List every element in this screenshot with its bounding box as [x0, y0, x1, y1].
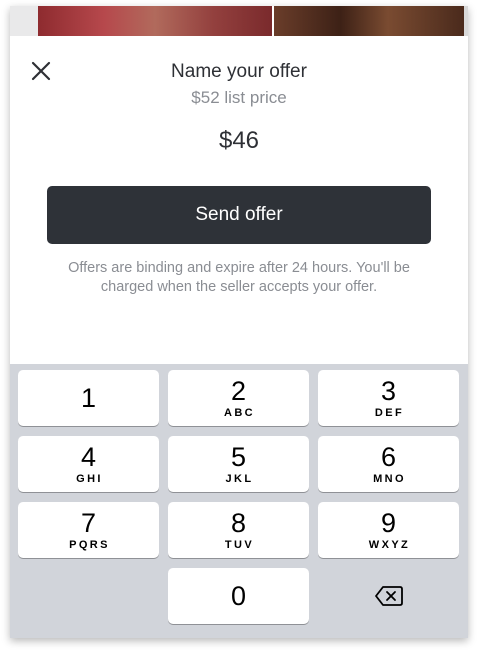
app-frame: Name your offer $52 list price Send offe…	[10, 6, 468, 638]
key-digit: 7	[80, 508, 97, 538]
key-5[interactable]: 5 JKL	[168, 436, 309, 492]
key-digit: 5	[230, 442, 247, 472]
key-digit: 2	[230, 376, 247, 406]
offer-disclaimer: Offers are binding and expire after 24 h…	[68, 260, 410, 295]
key-digit: 3	[380, 376, 397, 406]
key-7[interactable]: 7 PQRS	[18, 502, 159, 558]
listing-photo-strip	[10, 6, 468, 36]
key-digit: 8	[230, 508, 247, 538]
key-9[interactable]: 9 WXYZ	[318, 502, 459, 558]
key-digit: 6	[380, 442, 397, 472]
backspace-icon	[374, 586, 403, 606]
key-2[interactable]: 2 ABC	[168, 370, 309, 426]
photo-edge	[464, 6, 468, 36]
key-letters: DEF	[374, 407, 405, 419]
key-digit: 9	[380, 508, 397, 538]
photo-edge	[10, 6, 38, 36]
key-4[interactable]: 4 GHI	[18, 436, 159, 492]
send-offer-button[interactable]: Send offer	[47, 186, 431, 244]
key-letters: MNO	[373, 473, 406, 485]
list-price: $52 list price	[191, 88, 287, 107]
key-3[interactable]: 3 DEF	[318, 370, 459, 426]
key-letters: JKL	[225, 473, 254, 485]
key-8[interactable]: 8 TUV	[168, 502, 309, 558]
key-1[interactable]: 1	[18, 370, 159, 426]
numeric-keypad: 1 2 ABC 3 DEF 4 GHI 5 JKL 6 MNO 7 PQRS 8…	[10, 364, 468, 638]
key-0[interactable]: 0	[168, 568, 309, 624]
sheet-title: Name your offer	[171, 61, 307, 82]
offer-amount-input[interactable]	[139, 124, 339, 158]
key-letters: GHI	[76, 473, 103, 485]
key-letters: TUV	[224, 539, 255, 551]
offer-sheet: Name your offer $52 list price Send offe…	[10, 36, 468, 364]
key-digit: 1	[80, 383, 97, 413]
backspace-button[interactable]	[318, 568, 459, 624]
key-6[interactable]: 6 MNO	[318, 436, 459, 492]
key-letters: WXYZ	[368, 539, 411, 551]
key-digit: 4	[80, 442, 97, 472]
key-letters: PQRS	[69, 539, 110, 551]
key-letters: ABC	[223, 407, 256, 419]
key-digit: 0	[230, 581, 247, 611]
listing-photo	[38, 6, 272, 36]
listing-photo	[274, 6, 464, 36]
